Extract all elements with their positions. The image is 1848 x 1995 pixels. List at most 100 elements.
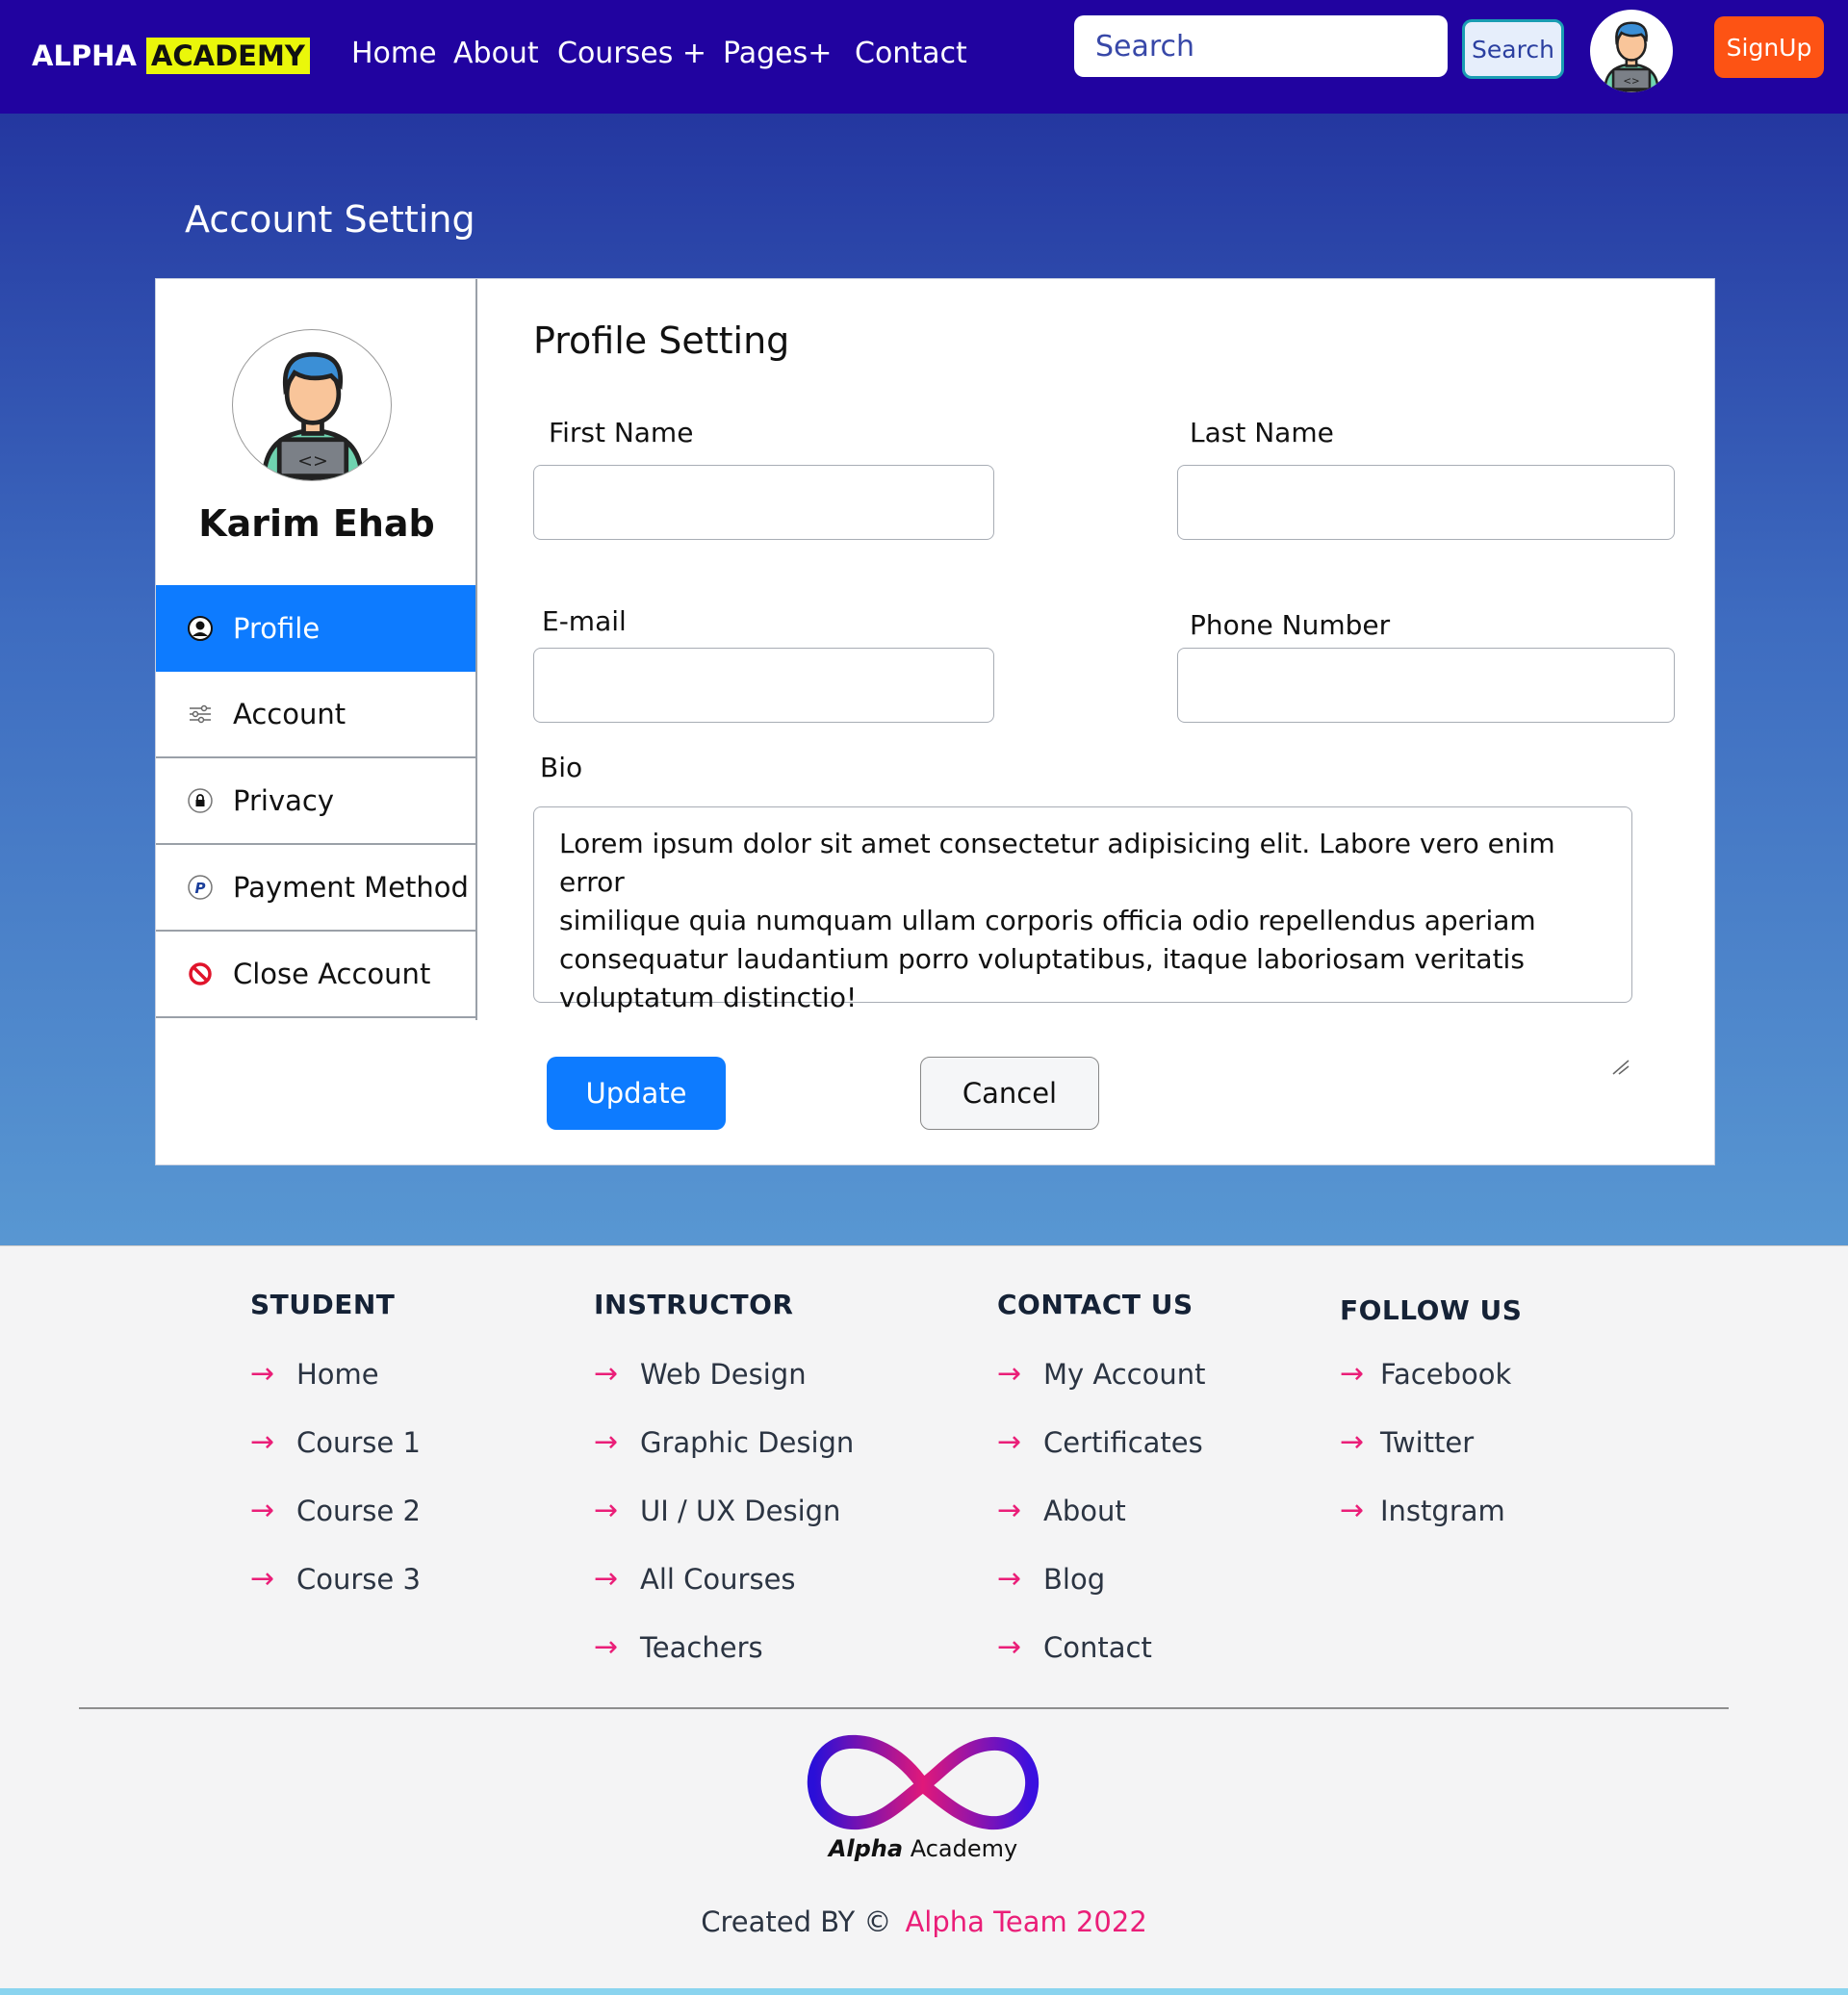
credits-prefix: Created BY © [701, 1905, 892, 1938]
footer-link-course-3[interactable]: → Course 3 [250, 1545, 421, 1613]
arrow-right-icon: → [1340, 1494, 1365, 1527]
footer-link-label: Web Design [640, 1357, 807, 1391]
page-title: Account Setting [185, 198, 475, 241]
settings-sidebar: <> Karim Ehab Profile Account Privacy P … [156, 279, 477, 1020]
bio-textarea[interactable]: Lorem ipsum dolor sit amet consectetur a… [533, 806, 1632, 1013]
user-avatar[interactable]: <> [1590, 10, 1673, 92]
arrow-right-icon: → [997, 1562, 1022, 1596]
brand-logo[interactable]: ALPHA ACADEMY [32, 34, 310, 78]
infinity-logo-icon [807, 1734, 1040, 1830]
footer-heading: STUDENT [250, 1289, 396, 1320]
footer-link-label: My Account [1043, 1357, 1206, 1391]
footer-link-teachers[interactable]: → Teachers [594, 1613, 854, 1681]
footer-link-label: Certificates [1043, 1425, 1203, 1459]
footer-link-label: Graphic Design [640, 1425, 855, 1459]
footer-link-label: All Courses [640, 1562, 796, 1596]
search-button[interactable]: Search [1462, 19, 1564, 79]
arrow-right-icon: → [997, 1494, 1022, 1527]
sidebar-item-profile[interactable]: Profile [156, 585, 475, 672]
sidebar-item-account[interactable]: Account [156, 672, 475, 758]
footer-link-my-account[interactable]: → My Account [997, 1340, 1206, 1408]
bio-label: Bio [540, 752, 583, 783]
footer-link-label: Course 1 [296, 1425, 421, 1459]
footer-link-web-design[interactable]: → Web Design [594, 1340, 854, 1408]
bottom-strip [0, 1988, 1848, 1995]
first-name-label: First Name [549, 417, 694, 448]
footer-column-instructor: INSTRUCTOR → Web Design → Graphic Design →… [594, 1289, 854, 1681]
footer-link-blog[interactable]: → Blog [997, 1545, 1206, 1613]
credits-team-link[interactable]: Alpha Team 2022 [905, 1905, 1146, 1938]
footer-link-label: Course 3 [296, 1562, 421, 1596]
phone-number-input[interactable] [1177, 648, 1675, 723]
footer-link-label: Contact [1043, 1630, 1152, 1664]
footer-link-certificates[interactable]: → Certificates [997, 1408, 1206, 1476]
sidebar-item-label: Profile [233, 612, 321, 645]
profile-avatar: <> [232, 329, 392, 481]
nav-home-link[interactable]: Home [351, 37, 437, 70]
developer-avatar-icon: <> [1604, 21, 1659, 92]
footer-link-twitter[interactable]: → Twitter [1340, 1408, 1522, 1476]
lock-icon [187, 787, 214, 814]
footer-logo-text: Alpha Academy [807, 1835, 1040, 1862]
sidebar-item-label: Payment Method [233, 871, 469, 904]
arrow-right-icon: → [997, 1357, 1022, 1391]
footer-link-instagram[interactable]: → Instgram [1340, 1476, 1522, 1545]
prohibited-icon [187, 960, 214, 987]
first-name-input[interactable] [533, 465, 994, 540]
account-settings-section: Account Setting <> Karim Ehab Profile Ac… [0, 114, 1848, 1245]
footer-heading: FOLLOW US [1340, 1294, 1523, 1326]
nav-contact-link[interactable]: Contact [855, 37, 967, 70]
brand-alpha: ALPHA [32, 39, 137, 72]
footer-heading: CONTACT US [997, 1289, 1194, 1320]
footer-credits: Created BY © Alpha Team 2022 [0, 1905, 1848, 1938]
signup-button[interactable]: SignUp [1714, 16, 1824, 78]
cancel-button[interactable]: Cancel [920, 1057, 1099, 1130]
svg-text:<>: <> [297, 450, 328, 472]
nav-courses-link[interactable]: Courses + [557, 37, 706, 70]
footer-column-student: STUDENT → Home → Course 1 → Course 2 → Cours… [250, 1289, 421, 1613]
footer-link-course-2[interactable]: → Course 2 [250, 1476, 421, 1545]
email-input[interactable] [533, 648, 994, 723]
arrow-right-icon: → [1340, 1357, 1365, 1391]
email-label: E-mail [542, 605, 627, 637]
search-input[interactable] [1074, 15, 1448, 77]
footer-link-home[interactable]: → Home [250, 1340, 421, 1408]
last-name-input[interactable] [1177, 465, 1675, 540]
arrow-right-icon: → [250, 1357, 275, 1391]
footer-link-label: UI / UX Design [640, 1494, 841, 1527]
footer-link-course-1[interactable]: → Course 1 [250, 1408, 421, 1476]
user-circle-icon [187, 615, 214, 642]
arrow-right-icon: → [1340, 1425, 1365, 1459]
sidebar-item-privacy[interactable]: Privacy [156, 758, 475, 845]
nav-pages-link[interactable]: Pages+ [723, 37, 832, 70]
footer-link-label: Teachers [640, 1630, 763, 1664]
footer-link-contact[interactable]: → Contact [997, 1613, 1206, 1681]
footer-link-about[interactable]: → About [997, 1476, 1206, 1545]
site-footer: STUDENT → Home → Course 1 → Course 2 → Cours… [0, 1245, 1848, 1988]
nav-about-link[interactable]: About [453, 37, 539, 70]
sidebar-item-label: Account [233, 698, 346, 730]
logo-text-bold: Alpha [828, 1835, 904, 1862]
logo-text-rest: Academy [903, 1835, 1018, 1862]
footer-link-facebook[interactable]: → Facebook [1340, 1340, 1522, 1408]
developer-avatar-icon: <> [262, 351, 364, 480]
arrow-right-icon: → [594, 1494, 619, 1527]
footer-link-label: Home [296, 1357, 379, 1391]
sliders-icon [187, 701, 214, 728]
footer-link-ui-ux-design[interactable]: → UI / UX Design [594, 1476, 854, 1545]
footer-link-graphic-design[interactable]: → Graphic Design [594, 1408, 854, 1476]
resize-handle-icon[interactable] [1611, 1057, 1632, 1078]
sidebar-item-payment-method[interactable]: P Payment Method [156, 845, 475, 932]
last-name-label: Last Name [1190, 417, 1334, 448]
arrow-right-icon: → [594, 1425, 619, 1459]
update-button[interactable]: Update [547, 1057, 726, 1130]
footer-link-all-courses[interactable]: → All Courses [594, 1545, 854, 1613]
paypal-icon: P [187, 874, 214, 901]
footer-divider [79, 1707, 1729, 1709]
settings-menu: Profile Account Privacy P Payment Method… [156, 585, 475, 1018]
svg-text:P: P [195, 880, 206, 897]
sidebar-item-close-account[interactable]: Close Account [156, 932, 475, 1018]
footer-column-follow-us: FOLLOW US → Facebook → Twitter → Instgram [1340, 1294, 1522, 1545]
footer-link-label: Instgram [1380, 1494, 1505, 1527]
footer-column-contact-us: CONTACT US → My Account → Certificates → Ab… [997, 1289, 1206, 1681]
